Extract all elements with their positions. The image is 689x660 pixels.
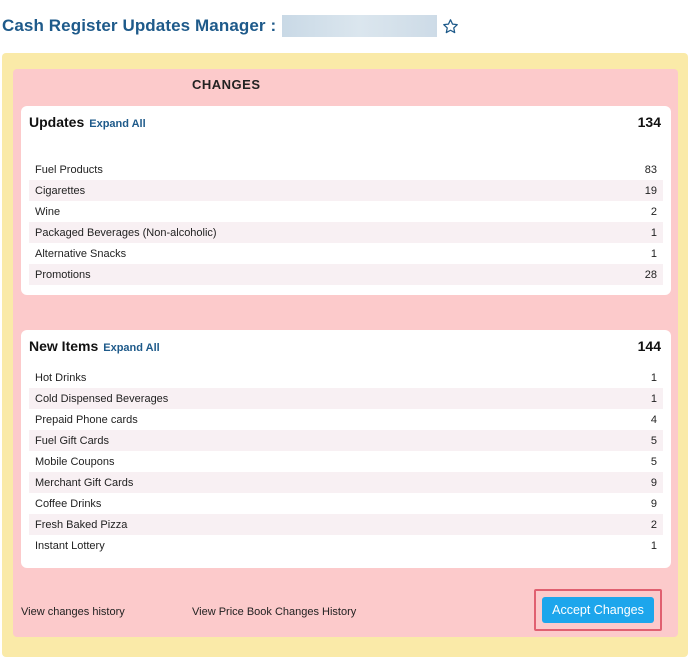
list-item[interactable]: Hot Drinks 1 (29, 367, 663, 388)
view-changes-history-link[interactable]: View changes history (21, 606, 125, 618)
item-label: Cigarettes (35, 184, 86, 197)
item-count: 1 (650, 392, 657, 405)
item-label: Fuel Gift Cards (35, 434, 109, 447)
star-outline-icon[interactable] (442, 18, 459, 35)
outer-container: CHANGES Updates Expand All 134 Fuel Produ… (2, 53, 688, 657)
item-label: Mobile Coupons (35, 455, 115, 468)
new-items-expand-all-link[interactable]: Expand All (103, 342, 159, 354)
item-label: Packaged Beverages (Non-alcoholic) (35, 226, 217, 239)
updates-card: Updates Expand All 134 Fuel Products 83 Cig… (21, 106, 671, 295)
item-label: Instant Lottery (35, 539, 105, 552)
item-count: 9 (650, 497, 657, 510)
item-label: Prepaid Phone cards (35, 413, 138, 426)
list-item[interactable]: Cigarettes 19 (29, 180, 663, 201)
new-items-list: Hot Drinks 1 Cold Dispensed Beverages 1 Prep… (29, 367, 663, 556)
page-title: Cash Register Updates Manager : (2, 16, 277, 35)
updates-title-text: Updates (29, 114, 85, 130)
item-count: 5 (650, 434, 657, 447)
item-label: Coffee Drinks (35, 497, 102, 510)
list-item[interactable]: Fresh Baked Pizza 2 (29, 514, 663, 535)
accept-changes-button[interactable]: Accept Changes (542, 597, 654, 623)
updates-title: Updates Expand All (29, 114, 146, 130)
page-header: Cash Register Updates Manager : (0, 13, 459, 39)
list-item[interactable]: Merchant Gift Cards 9 (29, 472, 663, 493)
item-label: Promotions (35, 268, 91, 281)
list-item[interactable]: Fuel Products 83 (29, 159, 663, 180)
new-items-title-text: New Items (29, 338, 99, 354)
item-count: 83 (644, 163, 657, 176)
item-count: 1 (650, 226, 657, 239)
list-item[interactable]: Packaged Beverages (Non-alcoholic) 1 (29, 222, 663, 243)
item-count: 28 (644, 268, 657, 281)
item-label: Fuel Products (35, 163, 103, 176)
list-item[interactable]: Coffee Drinks 9 (29, 493, 663, 514)
accept-highlight-box: Accept Changes (534, 589, 662, 631)
updates-list: Fuel Products 83 Cigarettes 19 Wine 2 Packaged… (29, 159, 663, 285)
item-count: 1 (650, 247, 657, 260)
item-count: 9 (650, 476, 657, 489)
changes-panel: CHANGES Updates Expand All 134 Fuel Produ… (13, 69, 678, 637)
item-count: 2 (650, 518, 657, 531)
item-label: Hot Drinks (35, 371, 87, 384)
item-count: 4 (650, 413, 657, 426)
item-count: 1 (650, 371, 657, 384)
item-label: Wine (35, 205, 61, 218)
list-item[interactable]: Prepaid Phone cards 4 (29, 409, 663, 430)
item-label: Cold Dispensed Beverages (35, 392, 169, 405)
new-items-total: 144 (637, 338, 661, 354)
changes-heading: CHANGES (192, 77, 261, 92)
view-price-book-history-link[interactable]: View Price Book Changes History (192, 606, 356, 618)
redacted-store-name (282, 15, 438, 37)
list-item[interactable]: Mobile Coupons 5 (29, 451, 663, 472)
updates-expand-all-link[interactable]: Expand All (89, 118, 145, 130)
item-label: Alternative Snacks (35, 247, 127, 260)
item-count: 2 (650, 205, 657, 218)
list-item[interactable]: Fuel Gift Cards 5 (29, 430, 663, 451)
list-item[interactable]: Instant Lottery 1 (29, 535, 663, 556)
new-items-card: New Items Expand All 144 Hot Drinks 1 Cold … (21, 330, 671, 568)
list-item[interactable]: Alternative Snacks 1 (29, 243, 663, 264)
item-count: 1 (650, 539, 657, 552)
list-item[interactable]: Wine 2 (29, 201, 663, 222)
list-item[interactable]: Promotions 28 (29, 264, 663, 285)
list-item[interactable]: Cold Dispensed Beverages 1 (29, 388, 663, 409)
new-items-title: New Items Expand All (29, 338, 160, 354)
item-label: Fresh Baked Pizza (35, 518, 128, 531)
item-count: 5 (650, 455, 657, 468)
item-count: 19 (644, 184, 657, 197)
updates-total: 134 (637, 114, 661, 130)
item-label: Merchant Gift Cards (35, 476, 134, 489)
